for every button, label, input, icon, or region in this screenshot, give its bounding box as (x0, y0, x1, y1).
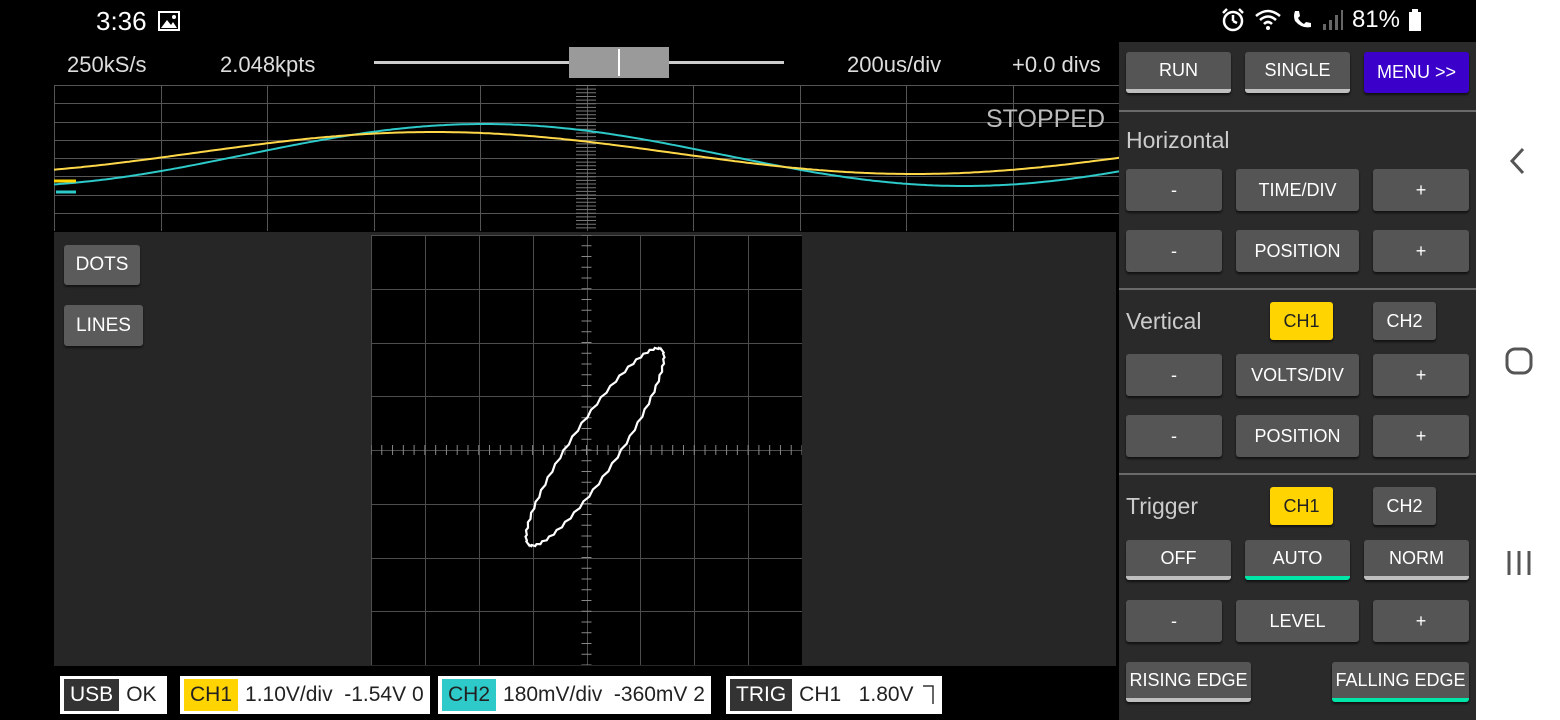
trigger-level-plus-button[interactable]: + (1373, 600, 1469, 642)
wifi-icon (1255, 9, 1281, 30)
separator (1119, 288, 1476, 290)
time-div-minus-button[interactable]: - (1126, 169, 1222, 211)
run-button[interactable]: RUN (1126, 52, 1231, 93)
time-per-div: 200us/div (847, 52, 942, 77)
separator (1119, 473, 1476, 475)
ch2-tag: CH2 (442, 679, 497, 711)
xy-plot-svg (370, 234, 803, 666)
falling-edge-button[interactable]: FALLING EDGE (1332, 662, 1469, 702)
gallery-icon (158, 11, 180, 31)
dots-button[interactable]: DOTS (64, 245, 140, 285)
usb-value: OK (126, 683, 157, 706)
ch1-tag: CH1 (184, 679, 239, 711)
overview-waveform-svg (53, 85, 1120, 232)
timeline-trigger-marker (618, 49, 620, 76)
ch2-settings: 180mV/div -360mV 2 (503, 683, 705, 706)
overview-waveform-display[interactable]: STOPPED (53, 85, 1120, 232)
trigger-level-button[interactable]: LEVEL (1236, 600, 1359, 642)
home-icon[interactable] (1505, 347, 1533, 375)
call-icon (1293, 11, 1311, 28)
horizontal-offset: +0.0 divs (1012, 52, 1101, 77)
v-position-button[interactable]: POSITION (1236, 415, 1359, 457)
battery-percent: 81% (1351, 6, 1400, 33)
single-button[interactable]: SINGLE (1245, 52, 1350, 93)
trigger-status-chip[interactable]: TRIG CH1 1.80V (726, 676, 942, 714)
trigger-title: Trigger (1126, 493, 1198, 519)
volts-div-minus-button[interactable]: - (1126, 354, 1222, 396)
android-nav-bar (1476, 0, 1560, 720)
vertical-ch1-button[interactable]: CH1 (1270, 302, 1333, 340)
trigger-norm-button[interactable]: NORM (1364, 540, 1469, 580)
volts-div-button[interactable]: VOLTS/DIV (1236, 354, 1359, 396)
back-icon[interactable] (1508, 146, 1528, 176)
v-position-plus-button[interactable]: + (1373, 415, 1469, 457)
horizontal-title: Horizontal (1126, 127, 1230, 153)
time-div-button[interactable]: TIME/DIV (1236, 169, 1359, 211)
trig-settings: CH1 1.80V (799, 683, 914, 706)
volts-div-plus-button[interactable]: + (1373, 354, 1469, 396)
lines-button[interactable]: LINES (64, 305, 143, 346)
h-position-button[interactable]: POSITION (1236, 230, 1359, 272)
left-bezel (0, 0, 54, 720)
alarm-icon (1222, 8, 1244, 32)
usb-tag: USB (64, 679, 120, 711)
clock: 3:36 (96, 6, 147, 36)
time-div-plus-button[interactable]: + (1373, 169, 1469, 211)
status-bar: 3:36 81% (54, 0, 1476, 42)
ch1-settings: 1.10V/div -1.54V 0 (245, 683, 424, 706)
ch1-trace (53, 131, 1120, 175)
falling-edge-icon (922, 685, 934, 704)
status-icons: 81% (1220, 6, 1422, 34)
xy-plot-display[interactable] (370, 234, 803, 666)
signal-icon (1322, 10, 1343, 30)
v-position-minus-button[interactable]: - (1126, 415, 1222, 457)
vertical-ch2-button[interactable]: CH2 (1373, 302, 1436, 340)
trigger-ch2-button[interactable]: CH2 (1373, 487, 1436, 525)
h-position-minus-button[interactable]: - (1126, 230, 1222, 272)
acquisition-state: STOPPED (986, 105, 1106, 133)
usb-status-chip[interactable]: USB OK (60, 676, 167, 714)
ch1-status-chip[interactable]: CH1 1.10V/div -1.54V 0 (180, 676, 430, 714)
separator (1119, 110, 1476, 112)
record-length: 2.048kpts (220, 52, 316, 77)
lissajous-curve (524, 346, 666, 548)
battery-icon (1409, 9, 1421, 31)
recents-icon[interactable] (1506, 548, 1532, 578)
trigger-auto-button[interactable]: AUTO (1245, 540, 1350, 580)
vertical-title: Vertical (1126, 308, 1202, 334)
h-position-plus-button[interactable]: + (1373, 230, 1469, 272)
trigger-ch1-button[interactable]: CH1 (1270, 487, 1333, 525)
menu-button[interactable]: MENU >> (1364, 52, 1469, 93)
trig-tag: TRIG (730, 679, 793, 711)
rising-edge-button[interactable]: RISING EDGE (1126, 662, 1251, 702)
sample-rate: 250kS/s (67, 52, 147, 77)
ch2-status-chip[interactable]: CH2 180mV/div -360mV 2 (438, 676, 711, 714)
trigger-level-minus-button[interactable]: - (1126, 600, 1222, 642)
trigger-off-button[interactable]: OFF (1126, 540, 1231, 580)
